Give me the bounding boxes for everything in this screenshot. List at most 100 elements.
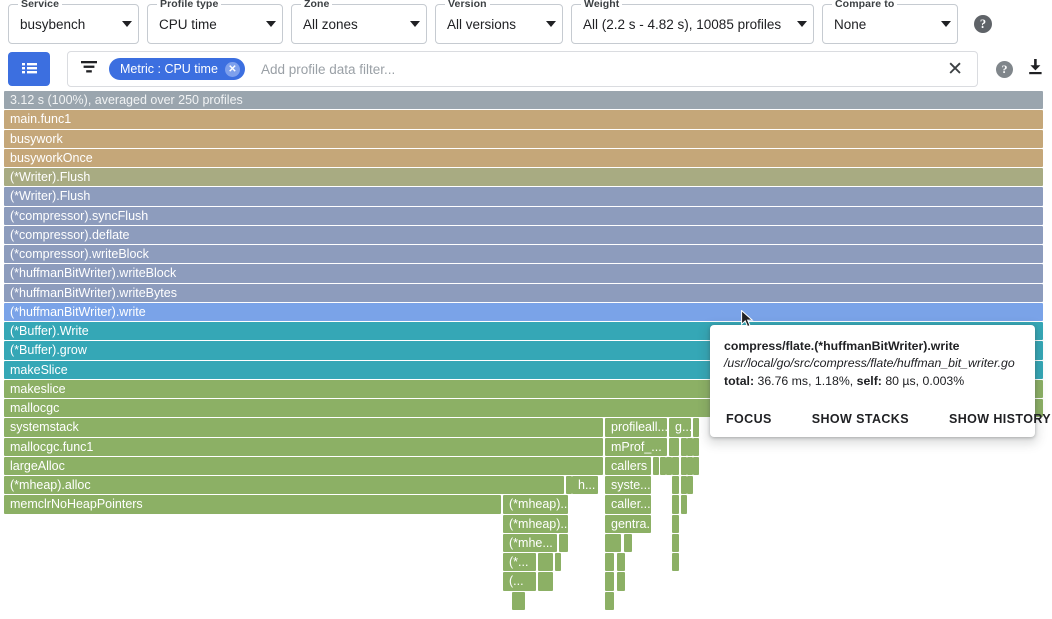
flame-frame[interactable]: (*compressor).deflate xyxy=(4,226,1043,244)
flame-frame-label: makeslice xyxy=(10,382,66,396)
flame-frame[interactable]: (*... xyxy=(503,553,536,571)
profile-type-select[interactable]: Profile type CPU time xyxy=(147,4,283,44)
flame-frame-label: (*mheap).... xyxy=(509,517,568,531)
chevron-down-icon xyxy=(546,21,556,27)
flame-frame-label: largeAlloc xyxy=(10,459,65,473)
tooltip-self-value: 80 µs, 0.003% xyxy=(885,374,964,388)
flame-frame[interactable] xyxy=(624,534,632,552)
flame-frame-label: makeSlice xyxy=(10,363,68,377)
flame-frame[interactable]: g... xyxy=(669,418,691,436)
flame-frame[interactable]: mProf_... xyxy=(605,438,667,456)
version-select[interactable]: Version All versions xyxy=(435,4,563,44)
flame-frame[interactable] xyxy=(512,592,525,610)
flame-frame[interactable] xyxy=(605,572,614,590)
flame-frame[interactable] xyxy=(693,457,699,475)
chevron-down-icon xyxy=(410,21,420,27)
download-icon[interactable] xyxy=(1027,58,1044,80)
weight-select[interactable]: Weight All (2.2 s - 4.82 s), 10085 profi… xyxy=(571,4,814,44)
flame-frame[interactable]: mallocgc.func1 xyxy=(4,438,603,456)
flame-frame[interactable]: systemstack xyxy=(4,418,603,436)
flame-frame-label: (*mheap).alloc xyxy=(10,478,91,492)
flame-frame[interactable] xyxy=(605,553,614,571)
flame-frame[interactable]: (*Writer).Flush xyxy=(4,187,1043,205)
flame-frame-label: (*huffmanBitWriter).write xyxy=(10,305,146,319)
zone-select-label: Zone xyxy=(301,0,332,10)
flame-frame[interactable]: largeAlloc xyxy=(4,457,603,475)
flame-frame[interactable]: (*huffmanBitWriter).writeBlock xyxy=(4,264,1043,282)
flame-frame[interactable]: (*mheap).... xyxy=(503,515,568,533)
profile-filter-bar[interactable]: Metric : CPU time ✕ Add profile data fil… xyxy=(67,51,978,87)
flame-frame[interactable] xyxy=(693,418,699,436)
focus-button[interactable]: FOCUS xyxy=(726,412,772,426)
flame-frame-label: (*mhe... xyxy=(509,536,553,550)
profile-filter-input[interactable]: Add profile data filter... xyxy=(261,62,943,77)
flame-frame[interactable]: (*compressor).syncFlush xyxy=(4,207,1043,225)
flame-frame[interactable]: (*compressor).writeBlock xyxy=(4,245,1043,263)
flame-frame[interactable] xyxy=(672,534,679,552)
filter-help-icon[interactable]: ? xyxy=(996,61,1013,78)
tooltip-actions: FOCUS SHOW STACKS SHOW HISTORY xyxy=(724,401,1021,437)
flame-frame-label: (*mheap).... xyxy=(509,497,568,511)
flame-frame[interactable] xyxy=(681,495,687,513)
flame-frame-label: busyworkOnce xyxy=(10,151,93,165)
show-stacks-button[interactable]: SHOW STACKS xyxy=(812,412,909,426)
flame-frame[interactable]: syste... xyxy=(605,476,651,494)
flame-frame[interactable]: busyworkOnce xyxy=(4,149,1043,167)
flame-frame[interactable]: 3.12 s (100%), averaged over 250 profile… xyxy=(4,91,1043,109)
flame-frame[interactable] xyxy=(653,457,659,475)
flame-frame[interactable] xyxy=(672,495,679,513)
show-history-button[interactable]: SHOW HISTORY xyxy=(949,412,1051,426)
flame-frame[interactable]: (*mheap).alloc xyxy=(4,476,564,494)
chevron-down-icon xyxy=(122,21,132,27)
flame-frame[interactable]: memclrNoHeapPointers xyxy=(4,495,501,513)
flame-frame-label: (*Buffer).Write xyxy=(10,324,89,338)
help-icon[interactable]: ? xyxy=(974,15,992,33)
flame-frame[interactable]: (*mheap).... xyxy=(503,495,568,513)
clear-filters-icon[interactable]: ✕ xyxy=(943,60,967,79)
compare-to-select[interactable]: Compare to None xyxy=(822,4,958,44)
flame-frame[interactable] xyxy=(672,457,679,475)
metric-filter-chip[interactable]: Metric : CPU time ✕ xyxy=(109,58,245,80)
flame-frame[interactable]: gentra... xyxy=(605,515,651,533)
flame-frame[interactable]: main.func1 xyxy=(4,110,1043,128)
flame-frame[interactable]: callers xyxy=(605,457,651,475)
list-view-button[interactable] xyxy=(8,52,50,86)
flame-frame-label: caller... xyxy=(611,497,651,511)
flame-frame[interactable] xyxy=(687,476,693,494)
weight-select-label: Weight xyxy=(581,0,622,10)
flame-frame-label: (*Writer).Flush xyxy=(10,189,90,203)
list-icon xyxy=(20,60,39,79)
flame-frame[interactable] xyxy=(672,476,679,494)
flame-frame[interactable] xyxy=(605,592,614,610)
flame-frame[interactable] xyxy=(555,553,561,571)
chevron-down-icon xyxy=(797,21,807,27)
service-select[interactable]: Service busybench xyxy=(8,4,139,44)
flame-frame[interactable] xyxy=(669,438,679,456)
flame-frame[interactable]: (... xyxy=(503,572,536,590)
flame-frame[interactable] xyxy=(538,572,553,590)
flame-frame[interactable] xyxy=(617,553,625,571)
flame-frame[interactable]: profileall... xyxy=(605,418,667,436)
zone-select[interactable]: Zone All zones xyxy=(291,4,427,44)
flame-frame[interactable]: (*Writer).Flush xyxy=(4,168,1043,186)
metric-filter-chip-remove-icon[interactable]: ✕ xyxy=(225,62,240,77)
flame-frame[interactable] xyxy=(605,534,621,552)
flame-frame[interactable] xyxy=(672,515,679,533)
flame-frame[interactable] xyxy=(538,553,553,571)
flame-frame[interactable] xyxy=(559,534,568,552)
flame-frame[interactable]: caller... xyxy=(605,495,651,513)
flame-frame[interactable]: busywork xyxy=(4,130,1043,148)
flame-frame[interactable] xyxy=(672,553,679,571)
flame-frame[interactable]: (*huffmanBitWriter).write xyxy=(4,303,1043,321)
flame-frame[interactable] xyxy=(617,572,625,590)
flame-frame[interactable] xyxy=(693,438,699,456)
compare-to-select-label: Compare to xyxy=(832,0,897,10)
flame-frame-label: profileall... xyxy=(611,420,667,434)
tooltip-function-name: compress/flate.(*huffmanBitWriter).write xyxy=(724,338,1021,355)
filter-funnel-icon[interactable] xyxy=(81,60,97,79)
flame-frame[interactable]: (*huffmanBitWriter).writeBytes xyxy=(4,284,1043,302)
flame-frame-label: callers xyxy=(611,459,647,473)
flame-frame[interactable]: (*mhe... xyxy=(503,534,557,552)
tooltip-total-label: total: xyxy=(724,374,754,388)
flame-frame[interactable]: h... xyxy=(572,476,598,494)
